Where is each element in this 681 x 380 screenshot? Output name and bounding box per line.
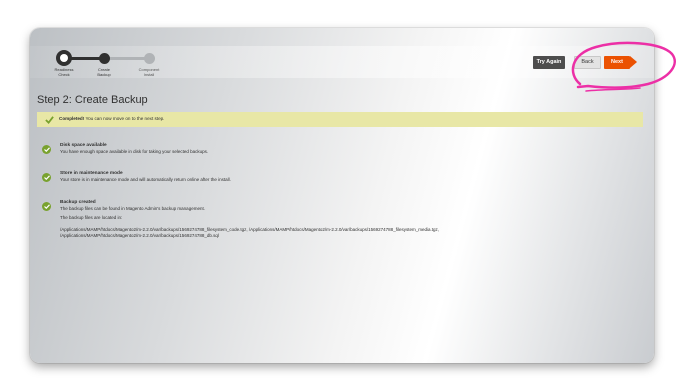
step-readiness-dot [56, 50, 72, 66]
step-label-line: Check [58, 72, 70, 77]
success-message: Completed! You can now move on to the ne… [37, 112, 643, 127]
step-label-backup: Create Backup [87, 67, 121, 77]
page-title: Step 2: Create Backup [37, 94, 148, 106]
installer-window: Readiness Check Create Backup Component … [30, 28, 654, 363]
backup-path-text: /Applications/MAMP/htdocs/Magento2/m-2.2… [60, 227, 439, 232]
progress-track-pending [104, 57, 148, 60]
check-circle-icon [42, 202, 51, 211]
step-backup-dot [99, 53, 110, 64]
step-label-install: Component Install [132, 67, 166, 77]
check-circle-icon [42, 173, 51, 182]
try-again-button[interactable]: Try Again [533, 56, 565, 69]
success-detail: You can now move on to the next step. [84, 116, 165, 121]
check-item-title: Disk space available [60, 143, 107, 148]
success-text: Completed! You can now move on to the ne… [59, 116, 164, 121]
step-label-readiness: Readiness Check [47, 67, 81, 77]
step-install-dot [144, 53, 155, 64]
check-item-title: Backup created [60, 200, 96, 205]
check-icon [45, 116, 54, 124]
highlight-circle-annotation [571, 41, 676, 92]
check-item-text: The backup files are located in: [60, 215, 123, 220]
check-item-text: Your store is in maintenance mode and wi… [60, 177, 231, 182]
success-strong: Completed! [59, 116, 85, 121]
check-item-text: The backup files can be found in Magento… [60, 206, 205, 211]
step-label-line: Backup [97, 72, 111, 77]
check-item-text: You have enough space available in disk … [60, 149, 209, 154]
backup-path-text: /Applications/MAMP/htdocs/Magento2/m-2.2… [60, 233, 219, 238]
step-label-line: Install [143, 72, 155, 77]
progress-steps: Readiness Check Create Backup Component … [50, 50, 180, 80]
check-circle-icon [42, 145, 51, 154]
check-item-title: Store in maintenance mode [60, 171, 123, 176]
